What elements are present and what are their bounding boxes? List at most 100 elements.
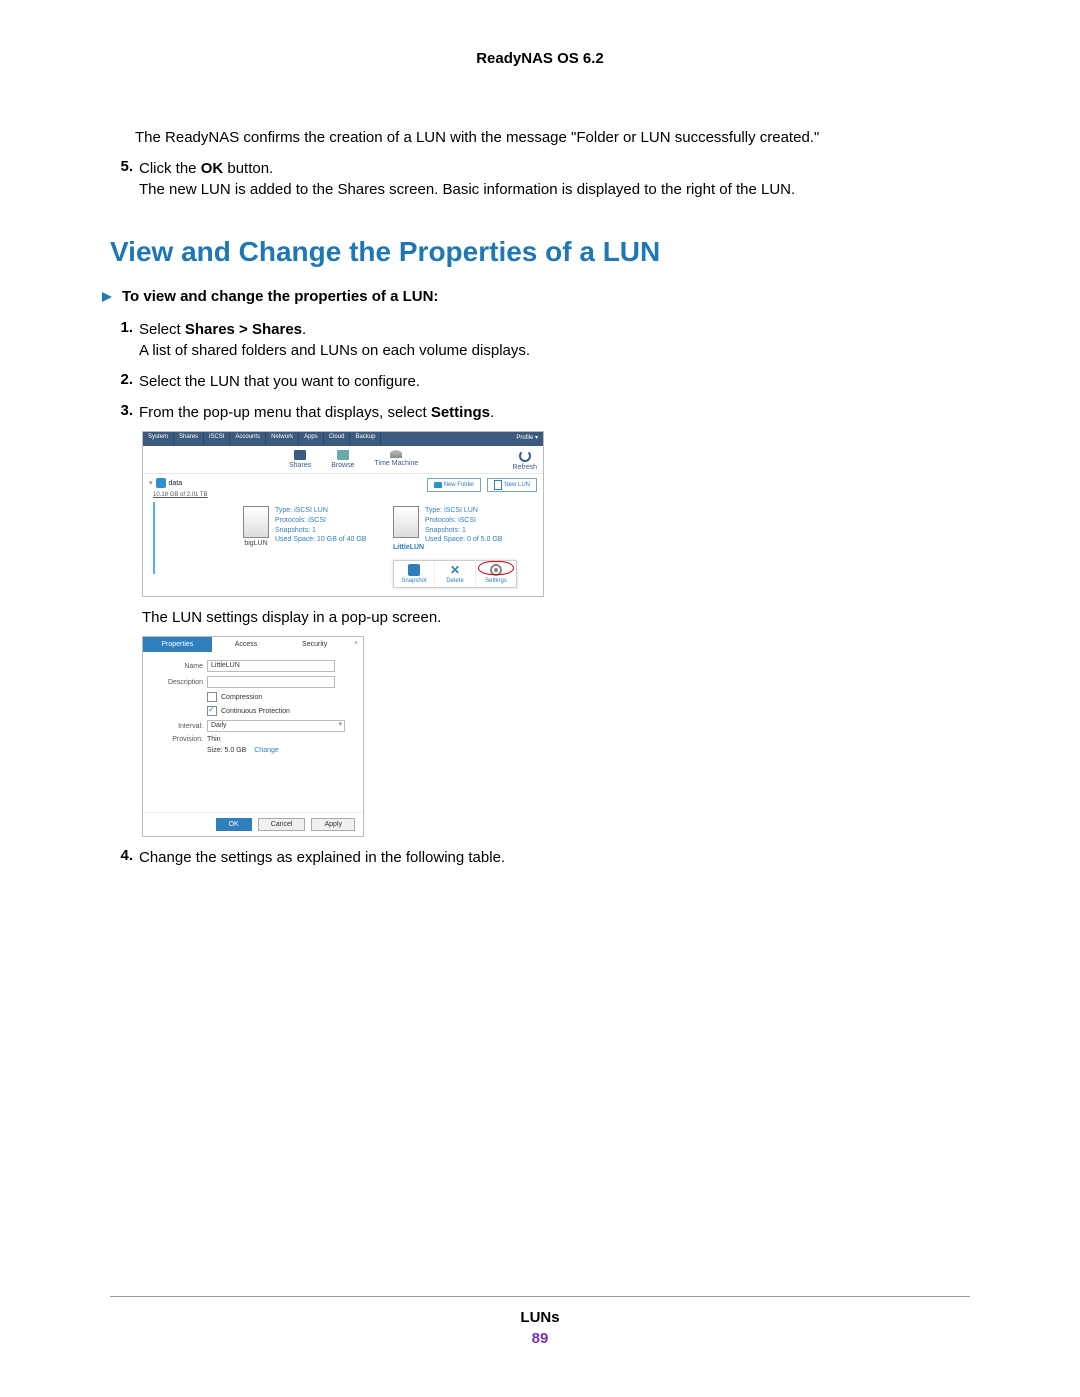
toolbar-browse[interactable]: Browse — [331, 450, 354, 471]
checkbox-continuous[interactable]: Continuous Protection — [207, 706, 353, 716]
label: Time Machine — [375, 460, 419, 467]
tab-security[interactable]: Security — [280, 637, 349, 652]
size-value: Size: 5.0 GB — [207, 747, 246, 754]
text: A list of shared folders and LUNs on eac… — [139, 342, 530, 359]
delete-icon: ✕ — [449, 564, 461, 576]
meta-line: Snapshots: 1 — [275, 526, 366, 536]
label-description: Description — [153, 679, 207, 686]
select-interval[interactable]: Daily — [207, 720, 345, 732]
popup-delete[interactable]: ✕ Delete — [435, 561, 476, 587]
ordered-steps: 1. Select Shares > Shares. A list of sha… — [110, 319, 970, 868]
input-description[interactable] — [207, 676, 335, 688]
meta-line: Used Space: 0 of 5.0 GB — [425, 535, 502, 545]
gear-icon — [490, 564, 502, 576]
lun-icon — [494, 480, 502, 490]
arrow-icon — [102, 292, 116, 302]
step-body: Change the settings as explained in the … — [139, 847, 970, 868]
volume-label[interactable]: ▾ data — [149, 478, 182, 488]
tab-system[interactable]: System — [143, 432, 174, 446]
new-lun-button[interactable]: New LUN — [487, 478, 537, 492]
checkbox-icon — [207, 706, 217, 716]
checkbox-compression[interactable]: Compression — [207, 692, 353, 702]
tab-cloud[interactable]: Cloud — [324, 432, 351, 446]
size-change-link[interactable]: Change — [254, 747, 279, 754]
nav-tabs: System Shares iSCSI Accounts Network App… — [143, 432, 543, 446]
meta-line: Type: iSCSI LUN — [275, 506, 366, 516]
folder-icon — [434, 482, 442, 488]
label: Browse — [331, 462, 354, 469]
paragraph-confirm: The ReadyNAS confirms the creation of a … — [135, 127, 970, 148]
tab-backup[interactable]: Backup — [350, 432, 381, 446]
text: . — [302, 321, 306, 338]
cancel-button[interactable]: Cancel — [258, 818, 306, 831]
meta-line: Protocols: iSCSI — [275, 516, 366, 526]
row-continuous: Continuous Protection — [153, 706, 353, 716]
tab-accounts[interactable]: Accounts — [230, 432, 266, 446]
lun-biglun[interactable]: bigLUN Type: iSCSI LUN Protocols: iSCSI … — [243, 506, 366, 547]
row-description: Description — [153, 676, 353, 688]
label: Shares — [289, 462, 311, 469]
toolbar-shares[interactable]: Shares — [289, 450, 311, 471]
meta-line: Snapshots: 1 — [425, 526, 502, 536]
refresh-icon — [519, 450, 531, 462]
lun-icon — [393, 506, 419, 538]
tab-apps[interactable]: Apps — [299, 432, 324, 446]
meta-line: Protocols: iSCSI — [425, 516, 502, 526]
tab-network[interactable]: Network — [266, 432, 299, 446]
tab-properties[interactable]: Properties — [143, 637, 212, 652]
footer-label: LUNs — [110, 1309, 970, 1326]
tab-access[interactable]: Access — [212, 637, 281, 652]
chevron-down-icon: ▾ — [149, 479, 153, 487]
toolbar-timemachine[interactable]: Time Machine — [375, 450, 419, 471]
lun-icon — [243, 506, 269, 538]
footer-page-number: 89 — [110, 1330, 970, 1347]
close-icon[interactable]: × — [349, 637, 363, 652]
lun-popup-menu: Snapshot ✕ Delete Settings — [393, 560, 517, 588]
text: Select — [139, 321, 185, 338]
procedure-title: To view and change the properties of a L… — [122, 288, 438, 305]
text: The new LUN is added to the Shares scree… — [139, 181, 795, 198]
volume-name: data — [169, 480, 183, 487]
label: Continuous Protection — [221, 708, 290, 715]
screenshot-shares-screen: System Shares iSCSI Accounts Network App… — [142, 431, 544, 597]
size-line: Size: 5.0 GB Change — [207, 747, 353, 754]
step-number: 1. — [105, 319, 139, 336]
dialog-form: Name LittleLUN Description Compression C… — [143, 652, 363, 762]
step-number: 3. — [105, 402, 139, 419]
lun-littlelun[interactable]: Type: iSCSI LUN Protocols: iSCSI Snapsho… — [393, 506, 502, 545]
procedure-heading: To view and change the properties of a L… — [102, 288, 970, 305]
toolbar: Shares Browse Time Machine Refresh — [143, 446, 543, 474]
row-provision: Provision: Thin — [153, 736, 353, 743]
tab-iscsi[interactable]: iSCSI — [204, 432, 230, 446]
meta-line: Used Space: 10 GB of 40 GB — [275, 535, 366, 545]
step-number: 5. — [105, 158, 139, 175]
volume-bar — [153, 502, 155, 574]
label: Compression — [221, 694, 262, 701]
input-name[interactable]: LittleLUN — [207, 660, 335, 672]
popup-snapshot[interactable]: Snapshot — [394, 561, 435, 587]
row-name: Name LittleLUN — [153, 660, 353, 672]
tab-shares[interactable]: Shares — [174, 432, 204, 446]
new-folder-button[interactable]: New Folder — [427, 478, 482, 492]
spacer — [381, 432, 511, 446]
folder-icon — [294, 450, 306, 460]
timemachine-icon — [390, 450, 402, 458]
lun-meta: Type: iSCSI LUN Protocols: iSCSI Snapsho… — [425, 506, 502, 545]
apply-button[interactable]: Apply — [311, 818, 355, 831]
lun-name-selected: LittleLUN — [393, 544, 424, 551]
dialog-buttons: OK Cancel Apply — [143, 812, 363, 836]
ok-button[interactable]: OK — [216, 818, 252, 831]
step-5: 5. Click the OK button. The new LUN is a… — [105, 158, 970, 200]
step-body: Select Shares > Shares. A list of shared… — [139, 319, 970, 361]
browse-icon — [337, 450, 349, 460]
toolbar-refresh[interactable]: Refresh — [512, 450, 537, 471]
step-body: Select the LUN that you want to configur… — [139, 371, 970, 392]
meta-line: Type: iSCSI LUN — [425, 506, 502, 516]
popup-settings[interactable]: Settings — [476, 561, 516, 587]
page-footer: LUNs 89 — [110, 1296, 970, 1347]
label: Delete — [446, 578, 463, 584]
step-3: 3. From the pop-up menu that displays, s… — [105, 402, 970, 423]
label: Settings — [485, 578, 507, 584]
step-number: 4. — [105, 847, 139, 864]
profile-menu[interactable]: Profile ▾ — [511, 432, 543, 446]
